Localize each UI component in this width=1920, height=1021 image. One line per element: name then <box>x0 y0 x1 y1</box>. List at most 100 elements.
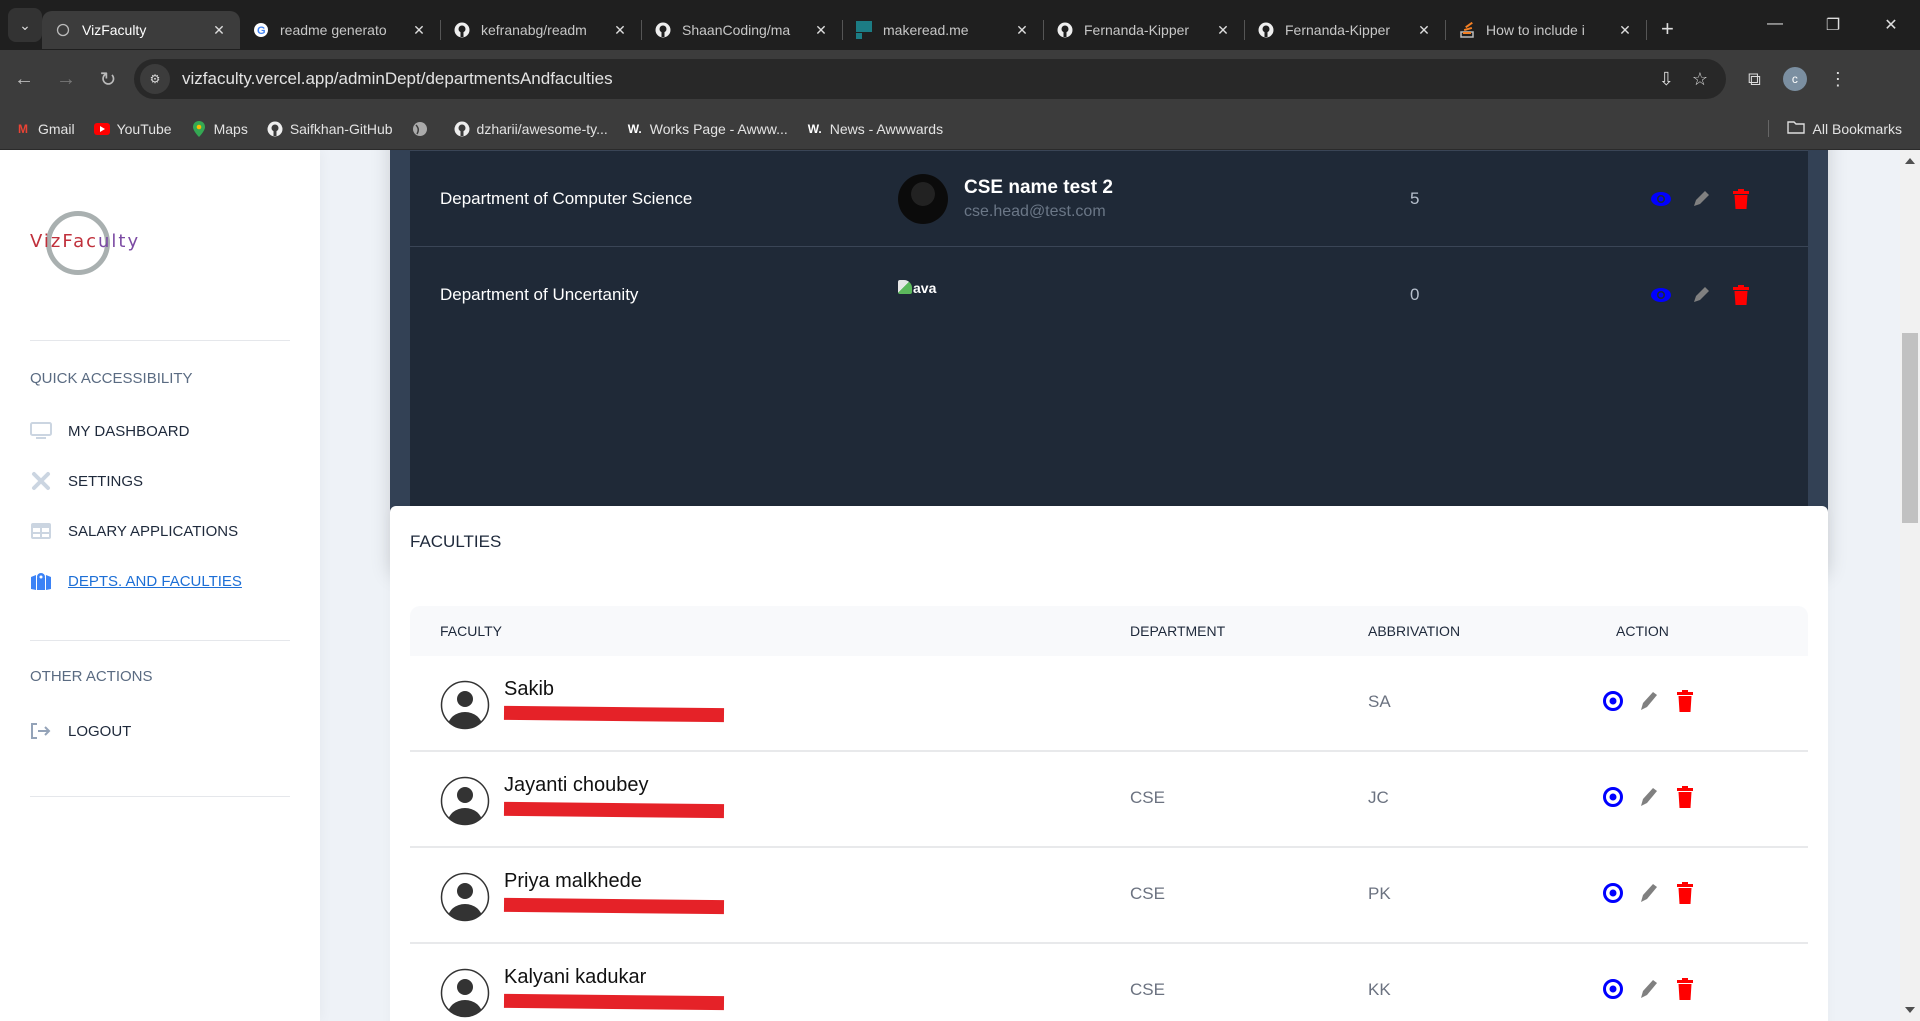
bookmark-dzharii[interactable]: dzharii/awesome-ty... <box>453 120 608 138</box>
awwwards-icon: W. <box>807 121 822 136</box>
edit-button[interactable] <box>1690 188 1712 210</box>
view-button[interactable] <box>1602 690 1624 712</box>
folder-icon <box>1786 120 1805 137</box>
vizfaculty-logo[interactable]: VizFaculty <box>30 205 140 285</box>
tab-makeread[interactable]: makeread.me ✕ <box>843 11 1043 49</box>
view-button[interactable] <box>1602 978 1624 1000</box>
pencil-icon <box>1694 286 1709 302</box>
column-header-abbreviation: ABBRIVATION <box>1368 623 1461 639</box>
bookmark-youtube[interactable]: YouTube <box>93 120 172 138</box>
faculty-count: 0 <box>1410 284 1420 304</box>
tab-readme-generator[interactable]: G readme generato ✕ <box>240 11 440 49</box>
sidebar-item-salary-applications[interactable]: SALARY APPLICATIONS <box>30 522 238 540</box>
pencil-icon <box>1641 980 1657 998</box>
tab-title: kefranabg/readm <box>481 22 587 38</box>
scroll-down-arrow[interactable] <box>1905 1007 1915 1013</box>
delete-button[interactable] <box>1674 786 1696 808</box>
profile-avatar[interactable]: c <box>1782 67 1807 91</box>
sidebar-divider <box>30 796 290 797</box>
sidebar-item-logout[interactable]: LOGOUT <box>30 722 131 740</box>
edit-button[interactable] <box>1638 690 1660 712</box>
row-actions <box>1602 690 1696 712</box>
scroll-thumb[interactable] <box>1902 333 1918 523</box>
close-tab-icon[interactable]: ✕ <box>1616 22 1634 39</box>
site-info-icon[interactable]: ⚙ <box>140 64 170 94</box>
close-tab-icon[interactable]: ✕ <box>812 22 830 39</box>
maps-icon <box>190 120 208 138</box>
new-tab-button[interactable]: + <box>1661 16 1674 42</box>
table-row: Department of Computer Science CSE name … <box>410 150 1808 246</box>
close-tab-icon[interactable]: ✕ <box>410 22 428 39</box>
bookmark-news-awwwards[interactable]: W. News - Awwwards <box>806 120 943 138</box>
table-row: Department of Uncertanity ava 0 <box>410 246 1808 342</box>
tab-search-button[interactable]: ⌄ <box>8 8 42 42</box>
faculties-card: FACULTIES FACULTY DEPARTMENT ABBRIVATION… <box>390 506 1828 1021</box>
bookmark-globe[interactable] <box>411 120 435 138</box>
close-window-button[interactable]: ✕ <box>1862 15 1920 35</box>
restore-button[interactable]: ❐ <box>1804 15 1862 35</box>
tab-how-to-include[interactable]: How to include i ✕ <box>1446 11 1646 49</box>
close-tab-icon[interactable]: ✕ <box>1415 22 1433 39</box>
install-app-icon[interactable]: ⇩ <box>1659 69 1674 90</box>
delete-button[interactable] <box>1730 284 1752 306</box>
faculty-abbreviation: SA <box>1368 692 1391 711</box>
tab-fernanda-kipper-1[interactable]: Fernanda-Kipper ✕ <box>1044 11 1244 49</box>
sidebar-item-settings[interactable]: SETTINGS <box>30 472 143 490</box>
trash-icon <box>1677 786 1693 808</box>
bookmark-saifkhan-github[interactable]: Saifkhan-GitHub <box>266 120 393 138</box>
page-scrollbar[interactable] <box>1900 150 1920 1021</box>
github-icon <box>453 21 471 39</box>
close-tab-icon[interactable]: ✕ <box>1214 22 1232 39</box>
delete-button[interactable] <box>1730 188 1752 210</box>
tab-kefranabg[interactable]: kefranabg/readm ✕ <box>441 11 641 49</box>
bookmark-works-page[interactable]: W. Works Page - Awww... <box>626 120 788 138</box>
address-bar[interactable]: ⚙ vizfaculty.vercel.app/adminDept/depart… <box>134 59 1726 99</box>
scroll-up-arrow[interactable] <box>1905 158 1915 164</box>
menu-kebab-icon[interactable]: ⋮ <box>1829 69 1847 90</box>
bookmark-star-icon[interactable]: ☆ <box>1692 69 1708 90</box>
globe-icon <box>411 120 429 138</box>
bookmark-maps[interactable]: Maps <box>190 120 248 138</box>
row-actions <box>1602 882 1696 904</box>
view-button[interactable] <box>1650 188 1672 210</box>
sidebar-item-label: DEPTS. AND FACULTIES <box>68 572 242 590</box>
sidebar-item-my-dashboard[interactable]: MY DASHBOARD <box>30 422 189 440</box>
awwwards-icon: W. <box>627 121 642 136</box>
delete-button[interactable] <box>1674 882 1696 904</box>
delete-button[interactable] <box>1674 978 1696 1000</box>
all-bookmarks-button[interactable]: All Bookmarks <box>1767 120 1902 137</box>
bookmark-label: News - Awwwards <box>829 120 944 137</box>
close-tab-icon[interactable]: ✕ <box>611 22 629 39</box>
view-button[interactable] <box>1602 786 1624 808</box>
delete-button[interactable] <box>1674 690 1696 712</box>
department-name: Department of Computer Science <box>440 188 693 208</box>
makeread-icon <box>855 21 873 39</box>
main-content: Department of Computer Science CSE name … <box>320 150 1900 1021</box>
extensions-icon[interactable]: ⧉ <box>1748 69 1761 90</box>
close-tab-icon[interactable]: ✕ <box>1013 22 1031 39</box>
edit-button[interactable] <box>1690 284 1712 306</box>
back-button[interactable]: ← <box>6 68 42 91</box>
forward-button[interactable]: → <box>48 68 84 91</box>
tab-vizfaculty[interactable]: VizFaculty ✕ <box>42 11 240 49</box>
head-avatar <box>898 173 948 224</box>
eye-icon <box>1603 691 1623 711</box>
sidebar-item-depts-and-faculties[interactable]: DEPTS. AND FACULTIES <box>30 572 242 590</box>
edit-button[interactable] <box>1638 786 1660 808</box>
pencil-icon <box>1641 692 1657 710</box>
close-tab-icon[interactable]: ✕ <box>210 22 228 39</box>
other-actions-heading: OTHER ACTIONS <box>30 668 153 685</box>
user-avatar-icon <box>440 680 490 730</box>
view-button[interactable] <box>1650 284 1672 306</box>
faculty-name: Sakib <box>504 678 555 700</box>
view-button[interactable] <box>1602 882 1624 904</box>
bookmark-gmail[interactable]: M Gmail <box>14 120 75 138</box>
tab-title: Fernanda-Kipper <box>1285 22 1391 38</box>
tab-fernanda-kipper-2[interactable]: Fernanda-Kipper ✕ <box>1245 11 1445 49</box>
url-text[interactable]: vizfaculty.vercel.app/adminDept/departme… <box>182 69 1659 89</box>
edit-button[interactable] <box>1638 978 1660 1000</box>
edit-button[interactable] <box>1638 882 1660 904</box>
reload-button[interactable]: ↻ <box>90 67 126 92</box>
minimize-button[interactable]: — <box>1746 15 1804 35</box>
tab-shaancoding[interactable]: ShaanCoding/ma ✕ <box>642 11 842 49</box>
